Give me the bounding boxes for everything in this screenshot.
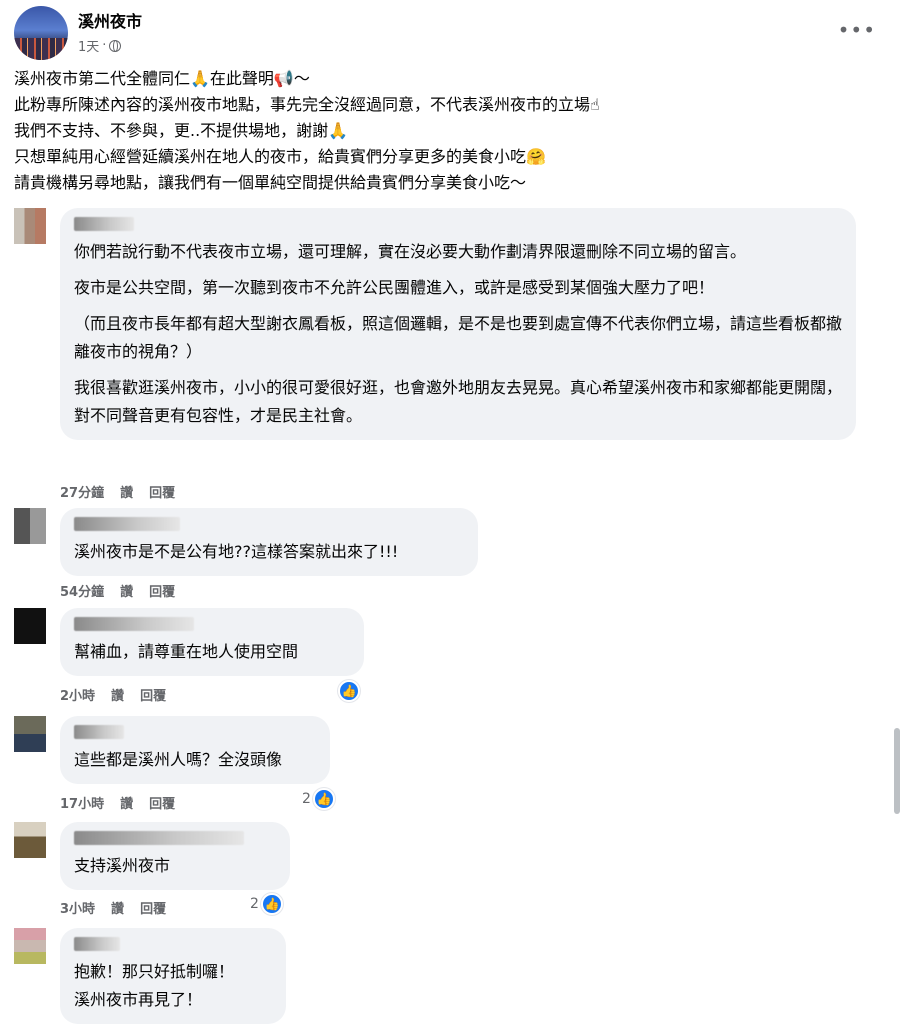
reply-button[interactable]: 回覆 — [149, 581, 175, 600]
post-text: 溪州夜市第二代全體同仁🙏在此聲明📢～ 此粉專所陳述內容的溪州夜市地點，事先完全沒… — [14, 66, 874, 196]
like-icon: 👍 — [312, 788, 335, 810]
reaction-count[interactable]: 👍 — [338, 680, 360, 702]
post-header: 溪州夜市 1天 · ••• — [14, 6, 886, 62]
comment-time[interactable]: 17小時 — [60, 793, 104, 812]
commenter-avatar[interactable] — [14, 822, 46, 858]
like-count: 2 — [302, 791, 311, 807]
post-meta: 1天 · — [78, 36, 122, 55]
reply-button[interactable]: 回覆 — [140, 898, 166, 917]
comment-actions: 17小時 讚 回覆 — [60, 793, 175, 812]
comment-paragraph: 幫補血，請尊重在地人使用空間 — [74, 642, 299, 661]
comment-bubble: 這些都是溪州人嗎？全沒頭像 — [60, 716, 330, 784]
commenter-name[interactable] — [74, 616, 350, 634]
comment-paragraph: 夜市是公共空間，第一次聽到夜市不允許公民團體進入，或許是感受到某個強大壓力了吧！ — [74, 278, 715, 297]
comment-text: 這些都是溪州人嗎？全沒頭像 — [74, 746, 316, 774]
meta-separator: · — [102, 38, 107, 53]
post-time[interactable]: 1天 — [78, 36, 99, 55]
reply-button[interactable]: 回覆 — [149, 793, 175, 812]
comment-paragraph: 溪州夜市再見了！ — [74, 990, 203, 1009]
comment-paragraph: 支持溪州夜市 — [74, 856, 171, 875]
commenter-avatar[interactable] — [14, 608, 46, 644]
comment-actions: 54分鐘 讚 回覆 — [60, 581, 175, 600]
comment-bubble: 幫補血，請尊重在地人使用空間 — [60, 608, 364, 676]
comment-actions: 27分鐘 讚 回覆 — [60, 482, 175, 501]
comment-paragraph: 溪州夜市是不是公有地??這樣答案就出來了!!! — [74, 542, 399, 561]
commenter-name[interactable] — [74, 516, 464, 534]
post-line: 溪州夜市第二代全體同仁🙏在此聲明📢～ — [14, 69, 310, 88]
reply-button[interactable]: 回覆 — [149, 482, 175, 501]
comment-time[interactable]: 2小時 — [60, 685, 95, 704]
globe-icon — [109, 39, 122, 52]
commenter-name[interactable] — [74, 216, 842, 234]
post-line: 請貴機構另尋地點，讓我們有一個單純空間提供給貴賓們分享美食小吃～ — [14, 173, 527, 192]
comment-text: 你們若說行動不代表夜市立場，還可理解，實在沒必要大動作劃清界限還刪除不同立場的留… — [74, 238, 842, 430]
post-line: 我們不支持、不參與，更..不提供場地，謝謝🙏 — [14, 121, 349, 140]
like-count: 2 — [250, 896, 259, 912]
post-line: 此粉專所陳述內容的溪州夜市地點，事先完全沒經過同意，不代表溪州夜市的立場☝ — [14, 95, 600, 114]
page-name[interactable]: 溪州夜市 — [78, 8, 142, 32]
like-button[interactable]: 讚 — [120, 581, 133, 600]
reaction-count[interactable]: 2 👍 — [250, 893, 283, 915]
comment-actions: 3小時 讚 回覆 — [60, 898, 166, 917]
like-button[interactable]: 讚 — [111, 898, 124, 917]
comment-time[interactable]: 3小時 — [60, 898, 95, 917]
like-icon: 👍 — [260, 893, 283, 915]
comment-paragraph: 我很喜歡逛溪州夜市，小小的很可愛很好逛，也會邀外地朋友去晃晃。真心希望溪州夜市和… — [74, 378, 843, 425]
comment-actions: 2小時 讚 回覆 — [60, 685, 166, 704]
comment-bubble: 抱歉！那只好抵制囉！ 溪州夜市再見了！ — [60, 928, 286, 1024]
comment-text: 支持溪州夜市 — [74, 852, 276, 880]
post-line: 只想單純用心經營延續溪州在地人的夜市，給貴賓們分享更多的美食小吃🤗 — [14, 147, 546, 166]
commenter-avatar[interactable] — [14, 208, 46, 244]
like-button[interactable]: 讚 — [111, 685, 124, 704]
comment-paragraph: 抱歉！那只好抵制囉！ — [74, 962, 235, 981]
comment-bubble: 支持溪州夜市 — [60, 822, 290, 890]
comment-bubble: 你們若說行動不代表夜市立場，還可理解，實在沒必要大動作劃清界限還刪除不同立場的留… — [60, 208, 856, 440]
commenter-avatar[interactable] — [14, 928, 46, 964]
commenter-name[interactable] — [74, 936, 272, 954]
page-avatar[interactable] — [14, 6, 68, 60]
commenter-avatar[interactable] — [14, 716, 46, 752]
commenter-name[interactable] — [74, 724, 316, 742]
reply-button[interactable]: 回覆 — [140, 685, 166, 704]
comment-text: 幫補血，請尊重在地人使用空間 — [74, 638, 350, 666]
comment-paragraph: 這些都是溪州人嗎？全沒頭像 — [74, 750, 283, 769]
commenter-name[interactable] — [74, 830, 276, 848]
comment-paragraph: 你們若說行動不代表夜市立場，還可理解，實在沒必要大動作劃清界限還刪除不同立場的留… — [74, 242, 747, 261]
comment-text: 抱歉！那只好抵制囉！ 溪州夜市再見了！ — [74, 958, 272, 1014]
comment-time[interactable]: 27分鐘 — [60, 482, 104, 501]
comment-time[interactable]: 54分鐘 — [60, 581, 104, 600]
more-options-icon[interactable]: ••• — [838, 18, 876, 42]
reaction-count[interactable]: 2 👍 — [302, 788, 335, 810]
like-button[interactable]: 讚 — [120, 482, 133, 501]
commenter-avatar[interactable] — [14, 508, 46, 544]
comment-bubble: 溪州夜市是不是公有地??這樣答案就出來了!!! — [60, 508, 478, 576]
comment-paragraph: （而且夜市長年都有超大型謝衣鳳看板，照這個邏輯，是不是也要到處宣傳不代表你們立場… — [74, 314, 843, 361]
like-button[interactable]: 讚 — [120, 793, 133, 812]
comment-text: 溪州夜市是不是公有地??這樣答案就出來了!!! — [74, 538, 464, 566]
like-icon: 👍 — [338, 680, 360, 702]
scrollbar[interactable] — [894, 728, 900, 814]
